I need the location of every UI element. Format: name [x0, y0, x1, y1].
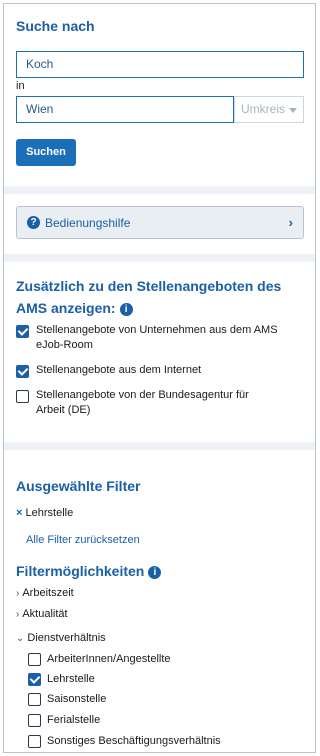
reset-filters-link[interactable]: Alle Filter zurücksetzen	[26, 534, 140, 546]
additional-title-line2: AMS anzeigen:	[16, 300, 116, 316]
search-title: Suche nach	[16, 18, 95, 34]
info-icon[interactable]: i	[148, 566, 162, 579]
radius-select[interactable]: Umkreis	[234, 96, 304, 123]
info-icon[interactable]: i	[119, 303, 133, 316]
selected-filters-title: Ausgewählte Filter	[16, 478, 141, 494]
option-lehrstelle-label: Lehrstelle	[47, 673, 95, 685]
option-ejob-room-line2: eJob-Room	[36, 339, 93, 351]
filter-group-aktualitaet[interactable]: › Aktualität	[16, 608, 68, 620]
radius-select-placeholder: Umkreis	[241, 102, 285, 116]
keyword-input[interactable]: Koch	[16, 51, 304, 78]
question-icon: ?	[27, 216, 40, 229]
divider	[4, 442, 315, 450]
filter-group-arbeitszeit[interactable]: › Arbeitszeit	[16, 587, 74, 599]
chevron-right-icon: ›	[16, 588, 20, 599]
checkbox-saisonstelle[interactable]	[28, 693, 41, 706]
in-label: in	[16, 80, 25, 92]
selected-filter-chip[interactable]: × Lehrstelle	[16, 507, 73, 519]
checkbox-ejob-room[interactable]	[16, 325, 29, 338]
location-input-value: Wien	[26, 102, 54, 116]
divider	[4, 254, 315, 262]
search-panel: Suche nach Koch in Wien Umkreis Suchen ?…	[3, 3, 316, 753]
keyword-input-value: Koch	[26, 57, 54, 71]
help-button[interactable]: ? Bedienungshilfe ›	[16, 206, 304, 239]
checkbox-arbeiterinnen[interactable]	[28, 653, 41, 666]
checkbox-sonstiges[interactable]	[28, 735, 41, 748]
chevron-down-icon	[289, 108, 297, 113]
filter-group-dienstverhaeltnis[interactable]: ⌄ Dienstverhältnis	[16, 632, 106, 644]
option-ferialstelle-label: Ferialstelle	[47, 714, 101, 726]
location-input[interactable]: Wien	[16, 96, 234, 123]
option-bundesagentur-line2: Arbeit (DE)	[36, 404, 91, 416]
search-button[interactable]: Suchen	[16, 139, 76, 166]
option-bundesagentur-line1: Stellenangebote von der Bundesagentur fü…	[36, 389, 249, 401]
filter-group-label: Arbeitszeit	[22, 587, 74, 599]
option-internet-label: Stellenangebote aus dem Internet	[36, 364, 202, 376]
search-section: Suche nach Koch in Wien Umkreis Suchen	[4, 4, 315, 186]
chevron-right-icon: ›	[288, 215, 293, 230]
option-bundesagentur-label: Stellenangebote von der Bundesagentur fü…	[36, 388, 306, 418]
option-ejob-room-label: Stellenangebote von Unternehmen aus dem …	[36, 323, 306, 353]
filter-options-title-text: Filtermöglichkeiten	[16, 563, 145, 579]
filter-options-title: Filtermöglichkeiten i	[16, 563, 162, 579]
remove-filter-icon[interactable]: ×	[16, 507, 22, 519]
option-arbeiterinnen-label: ArbeiterInnen/Angestellte	[47, 653, 171, 665]
chevron-right-icon: ›	[16, 609, 20, 620]
checkbox-lehrstelle[interactable]	[28, 673, 41, 686]
divider	[4, 186, 315, 194]
filter-group-label: Aktualität	[22, 608, 68, 620]
option-saisonstelle-label: Saisonstelle	[47, 693, 107, 705]
option-ejob-room-line1: Stellenangebote von Unternehmen aus dem …	[36, 324, 278, 336]
help-label: Bedienungshilfe	[45, 216, 131, 230]
checkbox-internet[interactable]	[16, 365, 29, 378]
checkbox-bundesagentur[interactable]	[16, 390, 29, 403]
option-sonstiges-label: Sonstiges Beschäftigungsverhältnis	[47, 735, 221, 747]
checkbox-ferialstelle[interactable]	[28, 714, 41, 727]
filters-section: Ausgewählte Filter × Lehrstelle Alle Fil…	[4, 450, 315, 752]
additional-section: Zusätzlich zu den Stellenangeboten des A…	[4, 262, 315, 442]
selected-filter-label: Lehrstelle	[25, 507, 74, 519]
additional-title-line1: Zusätzlich zu den Stellenangeboten des	[16, 278, 282, 294]
filter-group-label: Dienstverhältnis	[27, 632, 106, 644]
help-section: ? Bedienungshilfe ›	[4, 194, 315, 254]
additional-title: Zusätzlich zu den Stellenangeboten des A…	[16, 275, 281, 319]
chevron-down-icon: ⌄	[16, 633, 25, 644]
